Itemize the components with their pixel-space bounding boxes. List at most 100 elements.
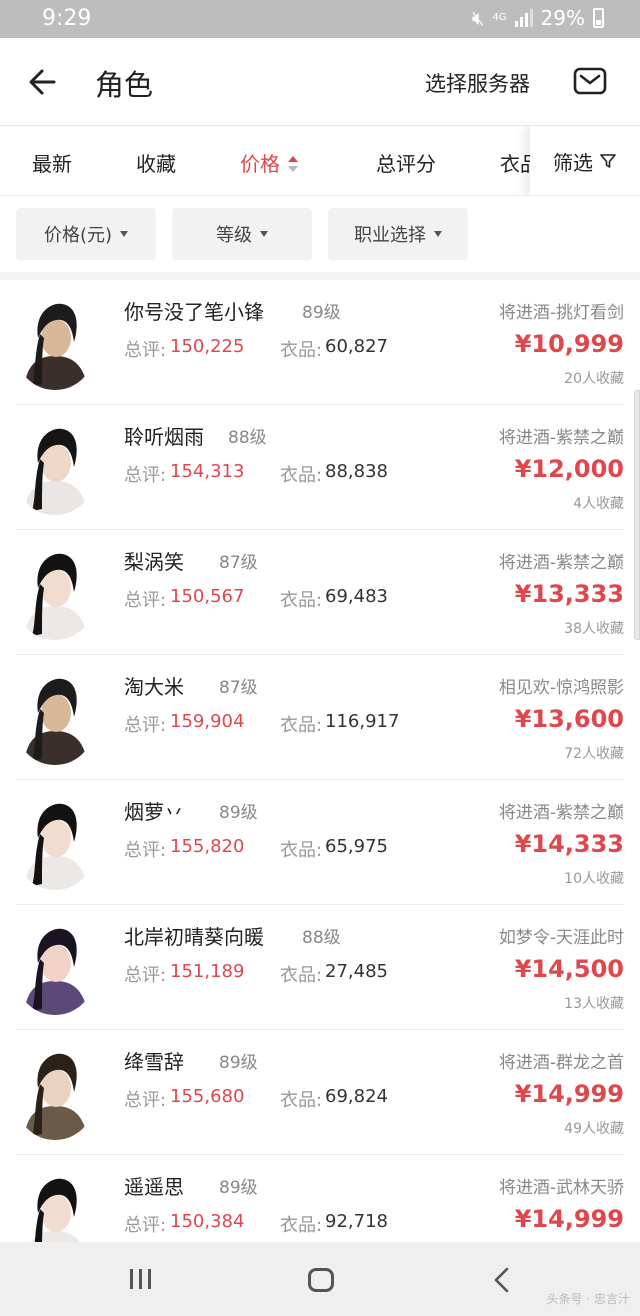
watermark: 头条号 · 忠言汁 [546, 1292, 630, 1306]
filter-button[interactable]: 筛选 [530, 126, 640, 195]
chip-class[interactable]: 职业选择 [328, 208, 468, 260]
character-avatar [16, 669, 94, 765]
total-score: 155,820 [170, 836, 245, 857]
tab-total-score[interactable]: 总评分 [376, 148, 436, 177]
home-icon[interactable] [308, 1268, 334, 1292]
fashion-label: 衣品: [280, 465, 323, 486]
server-name: 将进酒-紫禁之巅 [498, 428, 624, 448]
role-level: 87级 [219, 553, 258, 573]
price: ¥12,000 [514, 455, 624, 483]
tab-latest[interactable]: 最新 [32, 148, 72, 177]
role-name: 遥遥思 [124, 1175, 184, 1199]
fashion-score: 69,824 [325, 1086, 388, 1107]
price: ¥13,600 [514, 705, 624, 733]
fashion-score: 69,483 [325, 586, 388, 607]
character-avatar [16, 544, 94, 640]
filter-chips: 价格(元) 等级 职业选择 [0, 196, 640, 276]
fashion-score: 65,975 [325, 836, 388, 857]
character-portrait-icon [16, 544, 94, 640]
battery-icon [593, 8, 604, 28]
fashion-score: 60,827 [325, 336, 388, 357]
role-name: 绛雪辞 [124, 1050, 184, 1074]
fashion-label: 衣品: [280, 715, 323, 736]
score-label: 总评: [124, 1090, 167, 1111]
price: ¥10,999 [514, 330, 624, 358]
scroll-handle[interactable] [634, 390, 640, 640]
sort-arrows-icon [288, 155, 298, 172]
price: ¥13,333 [514, 580, 624, 608]
server-name: 将进酒-紫禁之巅 [498, 803, 624, 823]
price: ¥14,500 [514, 955, 624, 983]
tab-price[interactable]: 价格 [240, 148, 298, 177]
favorite-count: 13人收藏 [564, 996, 624, 1012]
role-list-item[interactable]: 北岸初晴葵向暖 88级 总评: 151,189 衣品: 27,485 如梦令-天… [16, 905, 624, 1030]
character-portrait-icon [16, 669, 94, 765]
caret-down-icon [434, 231, 442, 237]
fashion-label: 衣品: [280, 965, 323, 986]
favorite-count: 49人收藏 [564, 1121, 624, 1137]
sort-tabs: 最新 收藏 价格 总评分 衣品 筛选 [0, 126, 640, 196]
filter-label: 筛选 [553, 150, 593, 175]
character-portrait-icon [16, 919, 94, 1015]
role-list: 你号没了笔小锋 89级 总评: 150,225 衣品: 60,827 将进酒-挑… [0, 280, 640, 1280]
system-nav-bar: 头条号 · 忠言汁 [0, 1242, 640, 1316]
fashion-score: 92,718 [325, 1211, 388, 1232]
character-portrait-icon [16, 419, 94, 515]
character-portrait-icon [16, 794, 94, 890]
favorite-count: 4人收藏 [573, 496, 624, 512]
role-list-item[interactable]: 淘大米 87级 总评: 159,904 衣品: 116,917 相见欢-惊鸿照影… [16, 655, 624, 780]
total-score: 155,680 [170, 1086, 245, 1107]
character-avatar [16, 794, 94, 890]
role-level: 87级 [219, 678, 258, 698]
price: ¥14,999 [514, 1080, 624, 1108]
score-label: 总评: [124, 465, 167, 486]
chip-price[interactable]: 价格(元) [16, 208, 156, 260]
section-divider [0, 272, 640, 280]
role-list-item[interactable]: 聆听烟雨 88级 总评: 154,313 衣品: 88,838 将进酒-紫禁之巅… [16, 405, 624, 530]
fashion-score: 27,485 [325, 961, 388, 982]
chip-price-label: 价格(元) [43, 225, 113, 246]
role-list-item[interactable]: 你号没了笔小锋 89级 总评: 150,225 衣品: 60,827 将进酒-挑… [16, 280, 624, 405]
role-list-item[interactable]: 梨涡笑 87级 总评: 150,567 衣品: 69,483 将进酒-紫禁之巅 … [16, 530, 624, 655]
price: ¥14,333 [514, 830, 624, 858]
favorite-count: 72人收藏 [564, 746, 624, 762]
score-label: 总评: [124, 840, 167, 861]
select-server-button[interactable]: 选择服务器 [425, 68, 530, 98]
role-list-item[interactable]: 绛雪辞 89级 总评: 155,680 衣品: 69,824 将进酒-群龙之首 … [16, 1030, 624, 1155]
server-name: 将进酒-挑灯看剑 [498, 303, 624, 323]
score-label: 总评: [124, 590, 167, 611]
score-label: 总评: [124, 715, 167, 736]
nav-back-icon[interactable] [490, 1266, 514, 1294]
battery-percent: 29% [540, 6, 585, 30]
role-level: 89级 [219, 1053, 258, 1073]
role-list-item[interactable]: 烟萝丷 89级 总评: 155,820 衣品: 65,975 将进酒-紫禁之巅 … [16, 780, 624, 905]
signal-icon [514, 9, 533, 27]
chip-level[interactable]: 等级 [172, 208, 312, 260]
favorite-count: 10人收藏 [564, 871, 624, 887]
caret-down-icon [120, 231, 129, 237]
mail-icon[interactable] [572, 64, 608, 98]
role-name: 淘大米 [124, 675, 184, 699]
role-level: 88级 [302, 928, 341, 948]
fashion-score: 88,838 [325, 461, 388, 482]
character-portrait-icon [16, 1044, 94, 1140]
character-avatar [16, 294, 94, 390]
total-score: 154,313 [170, 461, 245, 482]
back-arrow-icon[interactable] [24, 62, 64, 102]
tab-favorites[interactable]: 收藏 [136, 148, 176, 177]
fashion-label: 衣品: [280, 1215, 323, 1236]
character-avatar [16, 419, 94, 515]
recent-apps-icon[interactable] [130, 1269, 151, 1289]
favorite-count: 20人收藏 [564, 371, 624, 387]
status-time: 9:29 [42, 6, 92, 31]
role-level: 89级 [219, 1178, 258, 1198]
score-label: 总评: [124, 340, 167, 361]
page-title: 角色 [95, 68, 154, 102]
role-level: 89级 [302, 303, 341, 323]
status-bar: 9:29 🔇︎ 4G 29% [0, 0, 640, 38]
role-level: 88级 [228, 428, 267, 448]
role-level: 89级 [219, 803, 258, 823]
fashion-label: 衣品: [280, 340, 323, 361]
character-avatar [16, 1044, 94, 1140]
score-label: 总评: [124, 965, 167, 986]
